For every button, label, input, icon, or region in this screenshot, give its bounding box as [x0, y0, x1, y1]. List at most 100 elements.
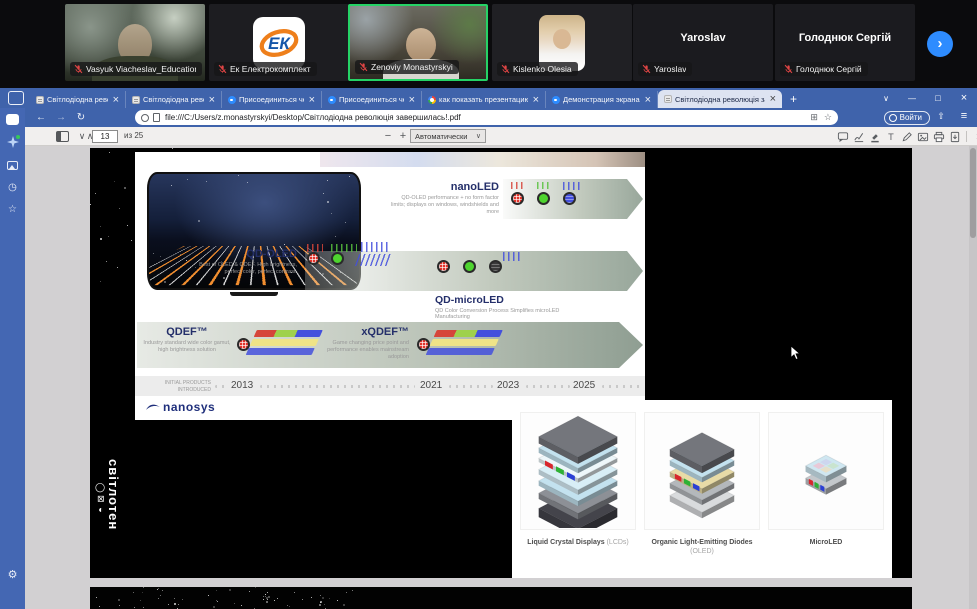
site-info-icon[interactable] [141, 114, 149, 122]
comb-graphic [503, 252, 523, 261]
more-tools-icon[interactable] [971, 129, 977, 143]
text-tool-button[interactable]: T [883, 130, 898, 143]
roadmap-panel: nanoLED QD-OLED performance + no form fa… [135, 152, 645, 420]
zoom-mode-select[interactable]: Автоматически∨ [410, 129, 486, 143]
refresh-icon[interactable] [71, 112, 91, 123]
roadmap-item-xqdef: xQDEF™ Game changing price point and per… [317, 327, 409, 361]
save-button[interactable] [947, 130, 962, 143]
browser-menu-icon[interactable] [953, 110, 975, 122]
print-button[interactable] [931, 130, 946, 143]
maximize-button[interactable] [925, 93, 951, 103]
participant-tile-name-only[interactable]: Голоднюк Сергій Голоднюк Сергій [775, 4, 915, 81]
participant-tile-logo[interactable]: ЕК Ек Електрокомплект [209, 4, 349, 81]
close-window-button[interactable] [951, 92, 977, 104]
browser-tab-active[interactable]: Світлодіодна революція заверши [658, 90, 782, 108]
item-title: QD-microLED [435, 295, 575, 306]
tab-close-icon[interactable] [768, 93, 778, 105]
browser-tab[interactable]: Світлодіодна революція завершил [126, 91, 222, 108]
bookmark-star-icon[interactable] [824, 112, 832, 123]
page-number-input[interactable] [92, 130, 118, 143]
timeline-dots [602, 385, 642, 388]
participant-tile-video[interactable]: Vasyuk Viacheslav_Education ... [65, 4, 205, 81]
mic-muted-icon [359, 62, 368, 72]
display-card-microled [768, 412, 884, 530]
browser-tab[interactable]: Присоединиться через прило [322, 91, 422, 108]
tab-actions-menu-icon[interactable] [8, 91, 24, 105]
comb-graphic [361, 242, 389, 252]
page-count-label: из 25 [124, 131, 143, 140]
toolbar-divider [966, 131, 967, 142]
pdf-viewport: nanoLED QD-OLED performance + no form fa… [25, 146, 977, 609]
sidebar-media-button[interactable] [3, 157, 22, 173]
timeline-year: 2023 [497, 380, 519, 391]
panel-icon [56, 131, 69, 142]
vertical-scrollbar[interactable] [969, 146, 977, 609]
new-tab-button[interactable]: + [782, 92, 805, 108]
sidebar-settings-button[interactable] [3, 566, 22, 582]
install-app-icon[interactable] [810, 112, 818, 123]
clock-icon [8, 181, 17, 193]
timeline-dots [526, 385, 570, 388]
zoom-participant-strip: Vasyuk Viacheslav_Education ... ЕК Ек Ел… [0, 0, 977, 88]
chevron-down-icon: ∨ [476, 132, 481, 140]
zoom-in-button[interactable] [396, 129, 410, 143]
pdf-sidebar-toggle[interactable] [53, 129, 71, 143]
browser-tab[interactable]: Світлодіодна революція завершил [30, 91, 126, 108]
participant-tile-active-speaker[interactable]: Zenoviy Monastyrskyi [348, 4, 488, 81]
back-icon[interactable] [31, 112, 51, 123]
browser-tab[interactable]: Присоединиться через прило [222, 91, 322, 108]
tab-close-icon[interactable] [643, 94, 653, 106]
window-controls [873, 88, 977, 108]
sign-in-button[interactable]: Войти [884, 111, 930, 125]
svg-text:ЕК: ЕК [268, 33, 291, 52]
participant-display-name: Yaroslav [680, 32, 725, 44]
participant-tile-avatar[interactable]: Kislenko Olesia [492, 4, 632, 81]
sidebar-history-button[interactable] [3, 179, 22, 195]
roadmap-timeline: Initial products introduced 2013 2021 20… [135, 376, 645, 396]
mic-muted-icon [501, 64, 510, 74]
tab-close-icon[interactable] [531, 94, 541, 106]
ek-logo: ЕК [253, 17, 305, 69]
comment-tool-button[interactable] [835, 130, 850, 143]
forward-icon[interactable] [51, 112, 71, 123]
next-page-button[interactable] [75, 129, 89, 143]
tab-close-icon[interactable] [207, 94, 217, 106]
tab-title: Світлодіодна революція заверши [675, 95, 765, 104]
item-desc: QD Color Conversion Process Simplifies m… [435, 308, 575, 322]
draw-tool-button[interactable] [899, 130, 914, 143]
scrollbar-thumb[interactable] [970, 148, 976, 238]
timeline-year: 2013 [231, 380, 253, 391]
tab-close-icon[interactable] [111, 94, 121, 106]
image-tool-button[interactable] [915, 130, 930, 143]
url-field[interactable]: file:///C:/Users/z.monastyrskyi/Desktop/… [135, 110, 838, 125]
zoom-out-button[interactable] [381, 129, 395, 143]
tab-close-icon[interactable] [407, 94, 417, 106]
highlight-tool-button[interactable] [867, 130, 882, 143]
display-caption-microled: MicroLED [768, 538, 884, 547]
browser-tab[interactable]: как показать презентацию в з [422, 91, 546, 108]
participant-name-label: Zenoviy Monastyrskyi [355, 60, 459, 74]
tab-close-icon[interactable] [307, 94, 317, 106]
sign-in-label: Войти [900, 113, 922, 122]
url-text[interactable]: file:///C:/Users/z.monastyrskyi/Desktop/… [165, 113, 804, 122]
participant-tile-name-only[interactable]: Yaroslav Yaroslav [633, 4, 773, 81]
item-title: nanoLED [387, 182, 499, 193]
minimize-button[interactable] [899, 93, 925, 103]
participant-name: Kislenko Olesia [513, 64, 572, 74]
sidebar-workspaces-button[interactable] [3, 111, 22, 127]
browser-tab[interactable]: Демонстрация экрана презен [546, 91, 658, 108]
signature-tool-button[interactable] [851, 130, 866, 143]
participant-name: Голоднюк Сергій [796, 64, 862, 74]
next-participants-button[interactable] [927, 31, 953, 57]
sidebar-copilot-button[interactable] [3, 134, 22, 150]
pdf-page: nanoLED QD-OLED performance + no form fa… [90, 148, 912, 578]
nanosys-swoosh-icon [145, 402, 161, 412]
item-desc: QD-OLED performance + no form factor lim… [387, 195, 499, 216]
display-caption-lcd: Liquid Crystal Displays (LCDs) [520, 538, 636, 547]
item-desc: Industry standard wide color gamut, high… [141, 340, 233, 354]
sidebar-favorites-button[interactable] [3, 201, 22, 217]
tab-search-icon[interactable] [873, 93, 899, 103]
item-title: QD-OLED [191, 249, 297, 260]
zoom-favicon [552, 96, 560, 104]
share-icon[interactable] [930, 111, 952, 122]
